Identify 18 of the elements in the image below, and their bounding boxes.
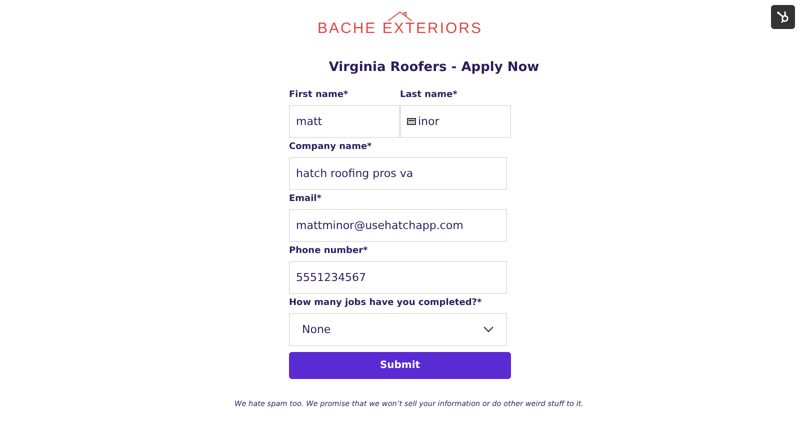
field-label: Company name*	[289, 142, 372, 153]
input-field[interactable]: matt	[289, 105, 400, 138]
form-title: Virginia Roofers - Apply Now	[328, 60, 540, 76]
field-label: Last name*	[400, 90, 458, 101]
field-label: Email*	[289, 194, 322, 205]
input-field[interactable]: mattminor@usehatchapp.com	[289, 209, 507, 242]
jobs-dropdown[interactable]: None	[289, 313, 507, 346]
chevron-down-icon	[483, 326, 494, 333]
field-label: First name*	[289, 90, 348, 101]
input-field[interactable]: 5551234567	[289, 261, 507, 294]
field-label: Phone number*	[289, 246, 368, 257]
input-field[interactable]: inor	[400, 105, 511, 138]
field-label: How many jobs have you completed?*	[289, 298, 482, 309]
input-field[interactable]: hatch roofing pros va	[289, 157, 507, 190]
logo: BACHE EXTERIORS	[0, 0, 800, 36]
autofill-card-icon	[407, 118, 416, 125]
sprocket-icon[interactable]	[771, 5, 795, 29]
submit-button[interactable]: Submit	[289, 352, 511, 379]
